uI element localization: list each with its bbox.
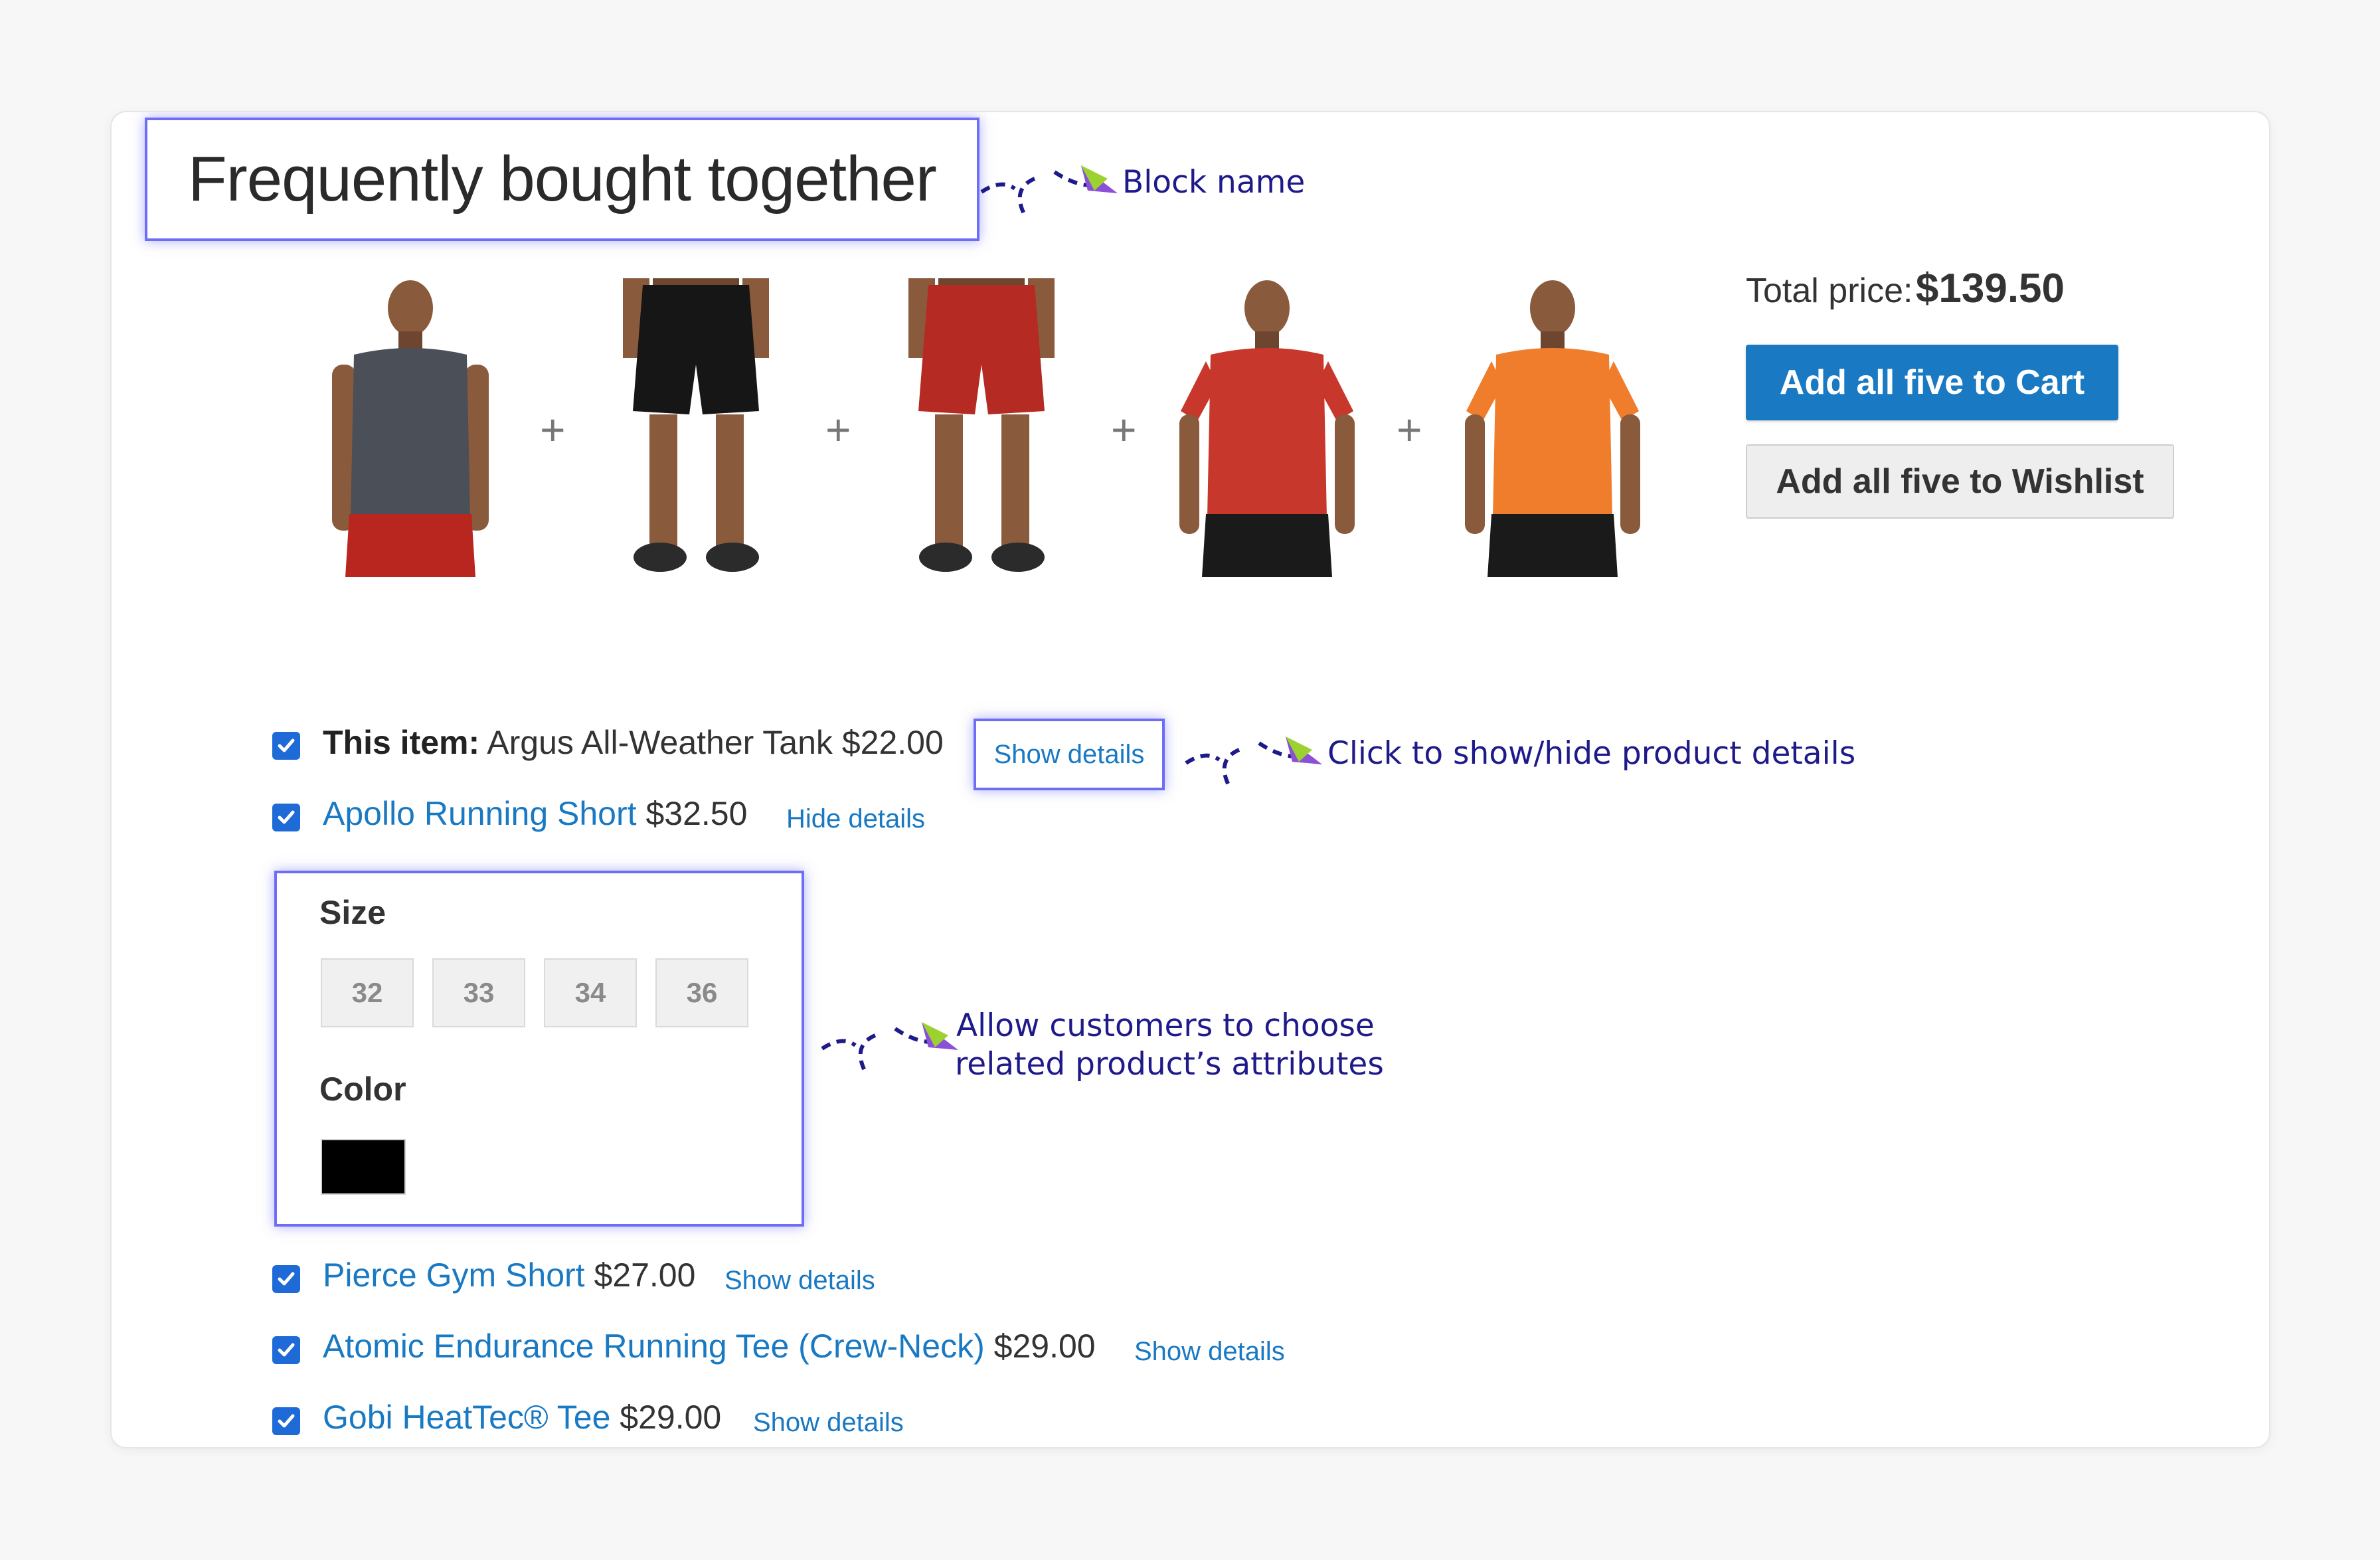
show-details-link[interactable]: Show details	[724, 1266, 875, 1296]
check-icon	[278, 1343, 295, 1357]
item-price: $29.00	[993, 1328, 1096, 1365]
check-icon	[278, 1414, 295, 1428]
annotation-attributes-line1: Allow customers to choose	[956, 1007, 1375, 1044]
check-icon	[278, 738, 295, 752]
product-image	[311, 278, 510, 584]
item-checkbox[interactable]	[272, 804, 300, 831]
item-row: Gobi HeatTec® Tee $29.00	[323, 1398, 721, 1436]
show-details-link[interactable]: Show details	[753, 1408, 904, 1438]
item-checkbox[interactable]	[272, 1336, 300, 1364]
check-icon	[278, 1272, 295, 1286]
item-row: Apollo Running Short $32.50	[323, 794, 747, 833]
plus-icon: +	[1397, 405, 1422, 454]
show-details-link[interactable]: Show details	[976, 721, 1162, 788]
item-name: Argus All-Weather Tank	[487, 724, 833, 761]
size-label: Size	[319, 894, 386, 931]
product-image	[596, 278, 796, 584]
item-price: $27.00	[594, 1257, 696, 1294]
item-name-link[interactable]: Apollo Running Short	[323, 795, 637, 832]
size-option[interactable]: 36	[655, 958, 748, 1027]
block-title: Frequently bought together	[188, 143, 937, 215]
item-checkbox[interactable]	[272, 1265, 300, 1293]
item-price: $29.00	[620, 1399, 722, 1436]
hide-details-link[interactable]: Hide details	[786, 804, 925, 834]
plus-icon: +	[540, 405, 566, 454]
item-row: Atomic Endurance Running Tee (Crew-Neck)…	[323, 1327, 1096, 1365]
frequently-bought-together-block: Frequently bought together Block name +	[110, 111, 2270, 1448]
attributes-panel: Size 32 33 34 36 Color	[274, 871, 804, 1227]
item-price: $22.00	[841, 724, 944, 761]
item-name-link[interactable]: Atomic Endurance Running Tee (Crew-Neck)	[323, 1328, 985, 1365]
total-price: Total price: $139.50	[1746, 265, 2065, 312]
check-icon	[278, 810, 295, 824]
total-price-label: Total price:	[1746, 272, 1913, 310]
item-prefix: This item:	[323, 724, 480, 761]
block-title-highlight: Frequently bought together	[145, 118, 979, 241]
product-image	[882, 278, 1081, 584]
item-row: This item: Argus All-Weather Tank $22.00	[323, 723, 944, 762]
product-image	[1167, 278, 1367, 584]
add-all-to-cart-button[interactable]: Add all five to Cart	[1746, 345, 2118, 420]
show-details-link[interactable]: Show details	[1134, 1337, 1285, 1367]
plus-icon: +	[1111, 405, 1137, 454]
item-name-link[interactable]: Pierce Gym Short	[323, 1257, 585, 1294]
item-checkbox[interactable]	[272, 1407, 300, 1435]
annotation-attributes-line2: related product’s attributes	[955, 1046, 1384, 1083]
size-option[interactable]: 32	[321, 958, 414, 1027]
annotation-block-name: Block name	[1122, 164, 1306, 201]
total-price-value: $139.50	[1915, 266, 2065, 311]
item-checkbox[interactable]	[272, 732, 300, 760]
plus-icon: +	[825, 405, 851, 454]
item-price: $32.50	[645, 795, 748, 832]
product-images-row: + + + +	[311, 278, 1772, 730]
show-details-highlight: Show details	[974, 719, 1165, 790]
color-swatch-black[interactable]	[321, 1139, 406, 1195]
annotation-toggle: Click to show/hide product details	[1327, 735, 1856, 772]
size-option[interactable]: 33	[432, 958, 525, 1027]
product-image	[1453, 278, 1652, 584]
item-name-link[interactable]: Gobi HeatTec® Tee	[323, 1399, 610, 1436]
size-option[interactable]: 34	[544, 958, 637, 1027]
add-all-to-wishlist-button[interactable]: Add all five to Wishlist	[1746, 444, 2174, 519]
item-row: Pierce Gym Short $27.00	[323, 1256, 695, 1294]
color-label: Color	[319, 1071, 406, 1108]
